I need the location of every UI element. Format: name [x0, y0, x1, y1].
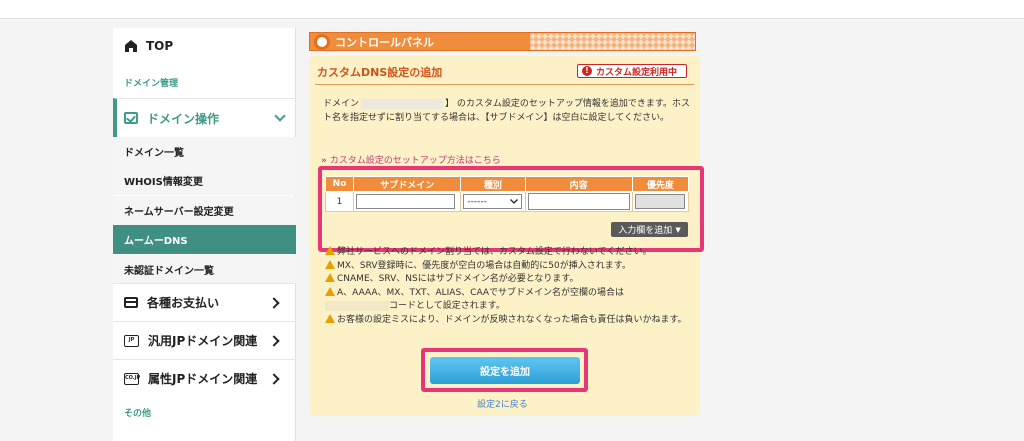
cojp-icon: CO.JP [124, 372, 140, 385]
note-text: MX、SRV登録時に、優先度が空白の場合は自動的に50が挿入されます。 [337, 260, 631, 271]
note-item: MX、SRV登録時に、優先度が空白の場合は自動的に50が挿入されます。 [325, 259, 690, 274]
sidebar-jp-general-label: 汎用JPドメイン関連 [148, 334, 258, 348]
note-item: A、AAAA、MX、TXT、ALIAS、CAAでサブドメイン名が空欄の場合は [325, 286, 690, 301]
control-panel-title: コントロールパネル [335, 35, 434, 49]
sidebar-payments-label: 各種お支払い [147, 296, 220, 310]
back-to-settings-link[interactable]: 設定2に戻る [477, 397, 528, 410]
panel-description: ドメイン】 のカスタム設定のセットアップ情報を追加できます。ホスト名を指定せずに… [323, 97, 691, 125]
sidebar-jp-attribute-label: 属性JPドメイン関連 [148, 372, 258, 386]
table-highlight-frame [318, 166, 704, 252]
sidebar-item-domain-operation[interactable]: ドメイン操作 [113, 98, 296, 138]
note-item: コードとして設定されます。 [325, 300, 690, 314]
panel-title: カスタムDNS設定の追加 [317, 66, 443, 79]
note-text: お客様の設定ミスにより、ドメインが反映されなくなった場合も責任は負いかねます。 [337, 314, 687, 325]
chevron-right-icon [268, 296, 280, 309]
checker-decoration [530, 33, 695, 50]
redacted-text [325, 300, 389, 311]
note-text: A、AAAA、MX、TXT、ALIAS、CAAでサブドメイン名が空欄の場合は [337, 287, 625, 298]
warning-icon [325, 313, 335, 323]
warning-icon [325, 286, 335, 296]
custom-setting-badge: ! カスタム設定利用中 [577, 64, 687, 78]
note-item: お客様の設定ミスにより、ドメインが反映されなくなった場合も責任は負いかねます。 [325, 313, 690, 328]
jp-icon: JP [124, 334, 139, 347]
sidebar: TOP ドメイン管理 ドメイン操作 ドメイン一覧 WHOIS情報変更 ネームサー… [113, 28, 296, 441]
divider [315, 84, 694, 85]
alert-icon: ! [582, 66, 592, 76]
sidebar-item-muumuu-dns[interactable]: ムームーDNS [113, 225, 296, 254]
sidebar-item-jp-general[interactable]: JP 汎用JPドメイン関連 [113, 321, 296, 359]
note-item: 弊社サービスへのドメイン割り当ては、カスタム設定で行わないでください。 [325, 246, 690, 260]
chevron-down-icon [274, 110, 286, 122]
sidebar-item-top[interactable]: TOP [113, 34, 296, 58]
sidebar-item-jp-attribute[interactable]: CO.JP 属性JPドメイン関連 [113, 359, 296, 397]
warning-icon [325, 259, 335, 269]
note-text: 弊社サービスへのドメイン割り当ては、カスタム設定で行わないでください。 [337, 247, 652, 257]
home-icon [125, 40, 137, 52]
checkbox-icon [124, 112, 138, 124]
sidebar-top-label: TOP [146, 39, 174, 53]
sidebar-item-whois[interactable]: WHOIS情報変更 [113, 166, 296, 195]
add-setting-button[interactable]: 設定を追加 [430, 357, 580, 384]
chevron-right-icon [268, 334, 280, 347]
sidebar-item-domain-list[interactable]: ドメイン一覧 [113, 137, 296, 166]
chevron-right-icon [268, 372, 280, 385]
warning-icon [325, 273, 335, 283]
note-text: CNAME、SRV、NSにはサブドメイン名が必要となります。 [337, 274, 579, 285]
warning-icon [325, 246, 335, 255]
sidebar-item-nameserver[interactable]: ネームサーバー設定変更 [113, 196, 296, 225]
notes-list: 弊社サービスへのドメイン割り当ては、カスタム設定で行わないでください。 MX、S… [325, 246, 690, 328]
redacted-domain [361, 98, 444, 109]
sidebar-item-payments[interactable]: 各種お支払い [113, 283, 296, 321]
credit-card-icon [124, 297, 138, 308]
desc-prefix: ドメイン [323, 99, 360, 109]
sidebar-item-unverified[interactable]: 未認証ドメイン一覧 [113, 255, 296, 284]
howto-link-label: カスタム設定のセットアップ方法はこちら [329, 156, 501, 166]
howto-link[interactable]: » カスタム設定のセットアップ方法はこちら [321, 153, 501, 166]
note-text: コードとして設定されます。 [389, 301, 505, 312]
gear-icon [314, 33, 330, 50]
top-bar [0, 0, 1024, 19]
note-item: CNAME、SRV、NSにはサブドメイン名が必要となります。 [325, 273, 690, 287]
sidebar-domain-operation-label: ドメイン操作 [147, 111, 220, 126]
sidebar-section-other: その他 [124, 408, 152, 419]
double-chevron-icon: » [321, 156, 327, 166]
sidebar-section-domain: ドメイン管理 [124, 78, 179, 89]
control-panel-header: コントロールパネル [309, 32, 696, 51]
badge-label: カスタム設定利用中 [596, 67, 678, 78]
